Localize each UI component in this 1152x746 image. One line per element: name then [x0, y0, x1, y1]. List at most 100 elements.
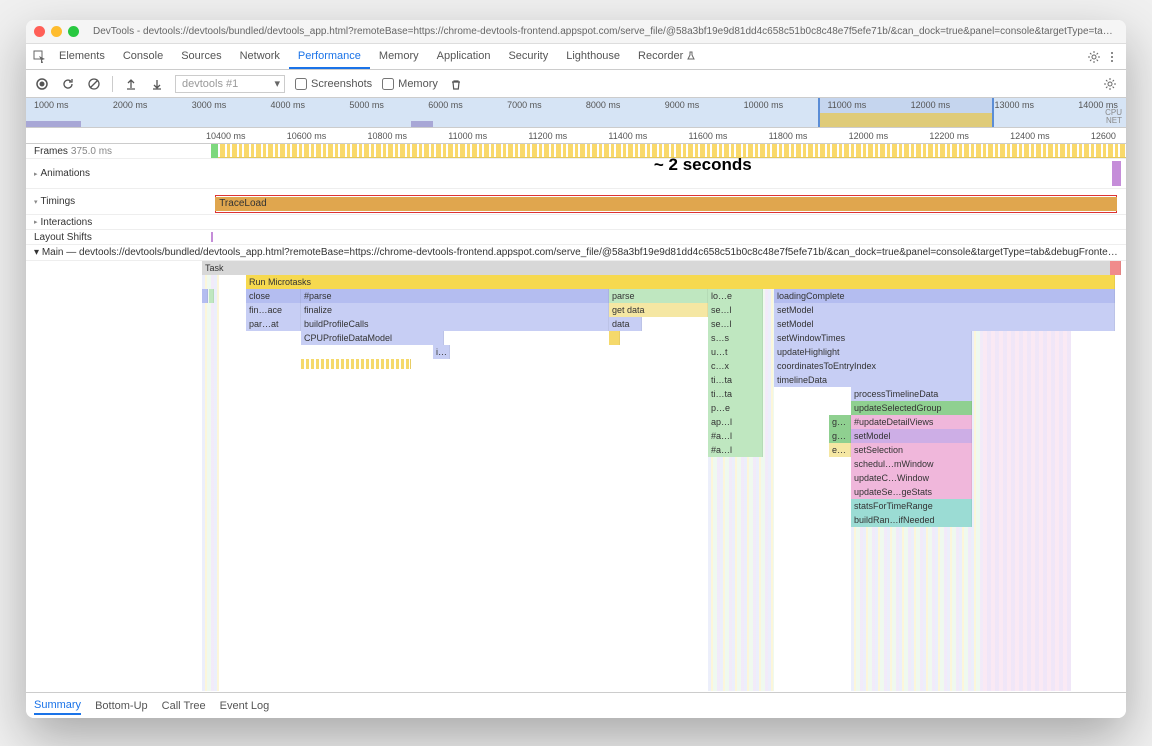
tab-elements[interactable]: Elements — [50, 45, 114, 69]
flame-entry[interactable]: lo…e — [708, 289, 763, 303]
tab-recorder[interactable]: Recorder — [629, 45, 705, 69]
flame-entry[interactable]: u…t — [708, 345, 763, 359]
flame-entry[interactable]: processTimelineData — [851, 387, 972, 401]
annotation-text: ~ 2 seconds — [654, 155, 752, 175]
flame-entry[interactable]: g… — [829, 429, 851, 443]
frames-value: 375.0 ms — [71, 146, 112, 157]
record-button[interactable] — [34, 76, 50, 92]
flame-entry[interactable]: buildRan…ifNeeded — [851, 513, 972, 527]
flame-long-task[interactable] — [1110, 261, 1121, 275]
ruler-tick: 10600 ms — [287, 131, 327, 141]
tab-lighthouse[interactable]: Lighthouse — [557, 45, 629, 69]
tab-security[interactable]: Security — [499, 45, 557, 69]
flame-run-microtasks[interactable]: Run Microtasks — [246, 275, 1115, 289]
flame-entry[interactable]: #parse — [301, 289, 609, 303]
tab-performance[interactable]: Performance — [289, 45, 370, 69]
chevron-right-icon: ▸ — [34, 218, 38, 226]
tab-console[interactable]: Console — [114, 45, 172, 69]
tab-summary[interactable]: Summary — [34, 697, 81, 715]
tab-sources[interactable]: Sources — [172, 45, 230, 69]
layoutshifts-track[interactable]: Layout Shifts — [26, 230, 1126, 245]
flame-entry[interactable]: ap…l — [708, 415, 763, 429]
traceload-bar[interactable]: TraceLoad — [215, 197, 1117, 211]
flame-sliver[interactable] — [209, 289, 215, 303]
animations-label: Animations — [41, 168, 90, 179]
flame-entry[interactable]: CPUProfileDataModel — [301, 331, 444, 345]
download-button[interactable] — [149, 76, 165, 92]
flame-entry[interactable]: setModel — [774, 303, 1115, 317]
capture-settings-icon[interactable] — [1102, 76, 1118, 92]
main-track-label[interactable]: ▾ Main — devtools://devtools/bundled/dev… — [26, 245, 1126, 261]
flame-entry[interactable]: updateC…Window — [851, 471, 972, 485]
upload-button[interactable] — [123, 76, 139, 92]
flame-entry[interactable]: close — [246, 289, 301, 303]
flame-entry[interactable]: statsForTimeRange — [851, 499, 972, 513]
screenshots-checkbox[interactable]: Screenshots — [295, 78, 372, 90]
flame-entry[interactable]: i… — [433, 345, 450, 359]
flame-entry[interactable]: se…l — [708, 317, 763, 331]
perf-toolbar: devtools #1 Screenshots Memory — [26, 70, 1126, 98]
gc-button[interactable] — [448, 76, 464, 92]
titlebar: DevTools - devtools://devtools/bundled/d… — [26, 20, 1126, 44]
flame-entry[interactable]: finalize — [301, 303, 609, 317]
tab-calltree[interactable]: Call Tree — [162, 698, 206, 714]
flame-entry[interactable]: data — [609, 317, 642, 331]
tab-bottomup[interactable]: Bottom-Up — [95, 698, 148, 714]
reload-button[interactable] — [60, 76, 76, 92]
chevron-down-icon: ▾ — [34, 247, 39, 258]
flame-entry[interactable]: buildProfileCalls — [301, 317, 609, 331]
flame-entry[interactable]: parse — [609, 289, 708, 303]
animations-track[interactable]: ▸Animations ~ 2 seconds — [26, 159, 1126, 189]
flame-entry[interactable]: loadingComplete — [774, 289, 1115, 303]
flamechart[interactable]: Task Run Microtasks close #parse parse l… — [26, 261, 1126, 701]
flame-entry[interactable]: schedul…mWindow — [851, 457, 972, 471]
flame-sliver[interactable] — [202, 289, 208, 303]
flame-entry[interactable] — [609, 331, 620, 345]
flame-entry[interactable]: updateSelectedGroup — [851, 401, 972, 415]
frames-label: Frames — [34, 146, 68, 157]
tab-eventlog[interactable]: Event Log — [220, 698, 270, 714]
flame-entry[interactable]: g… — [829, 415, 851, 429]
more-icon[interactable] — [1104, 49, 1120, 65]
flame-entry[interactable]: s…s — [708, 331, 763, 345]
flame-entry[interactable]: c…x — [708, 359, 763, 373]
profile-dropdown[interactable]: devtools #1 — [175, 75, 285, 93]
flame-entry[interactable]: setSelection — [851, 443, 972, 457]
flame-entry[interactable]: fin…ace — [246, 303, 301, 317]
flame-entry[interactable]: #a…l — [708, 429, 763, 443]
flame-entry[interactable]: timelineData — [774, 373, 972, 387]
settings-icon[interactable] — [1086, 49, 1102, 65]
interactions-track[interactable]: ▸Interactions — [26, 215, 1126, 230]
flame-entry[interactable]: setModel — [774, 317, 1115, 331]
flame-entry[interactable]: get data — [609, 303, 708, 317]
memory-checkbox[interactable]: Memory — [382, 78, 438, 90]
flame-entry[interactable]: updateHighlight — [774, 345, 972, 359]
flame-entry[interactable]: updateSe…geStats — [851, 485, 972, 499]
flame-entry[interactable]: setWindowTimes — [774, 331, 972, 345]
tab-application[interactable]: Application — [428, 45, 500, 69]
flame-entry[interactable]: par…at — [246, 317, 301, 331]
main-url: devtools://devtools/bundled/devtools_app… — [79, 247, 1126, 258]
timeline-overview[interactable]: 1000 ms 2000 ms 3000 ms 4000 ms 5000 ms … — [26, 98, 1126, 128]
flame-entry[interactable]: #a…l — [708, 443, 763, 457]
flame-entry[interactable]: #updateDetailViews — [851, 415, 972, 429]
flame-task[interactable]: Task — [202, 261, 1115, 275]
flame-sliver[interactable] — [301, 359, 411, 369]
flame-entry[interactable]: ti…ta — [708, 373, 763, 387]
close-icon[interactable] — [34, 26, 45, 37]
flame-entry[interactable]: coordinatesToEntryIndex — [774, 359, 972, 373]
maximize-icon[interactable] — [68, 26, 79, 37]
clear-button[interactable] — [86, 76, 102, 92]
flame-entry[interactable]: e… — [829, 443, 851, 457]
minimize-icon[interactable] — [51, 26, 62, 37]
ov-tick: 6000 ms — [428, 100, 463, 110]
tab-network[interactable]: Network — [231, 45, 289, 69]
inspect-icon[interactable] — [32, 49, 48, 65]
timings-track[interactable]: ▾Timings TraceLoad — [26, 189, 1126, 215]
frames-track[interactable]: Frames 375.0 ms — [26, 144, 1126, 159]
tab-memory[interactable]: Memory — [370, 45, 428, 69]
flame-entry[interactable]: p…e — [708, 401, 763, 415]
flame-entry[interactable]: ti…ta — [708, 387, 763, 401]
flame-entry[interactable]: se…l — [708, 303, 763, 317]
flame-entry[interactable]: setModel — [851, 429, 972, 443]
